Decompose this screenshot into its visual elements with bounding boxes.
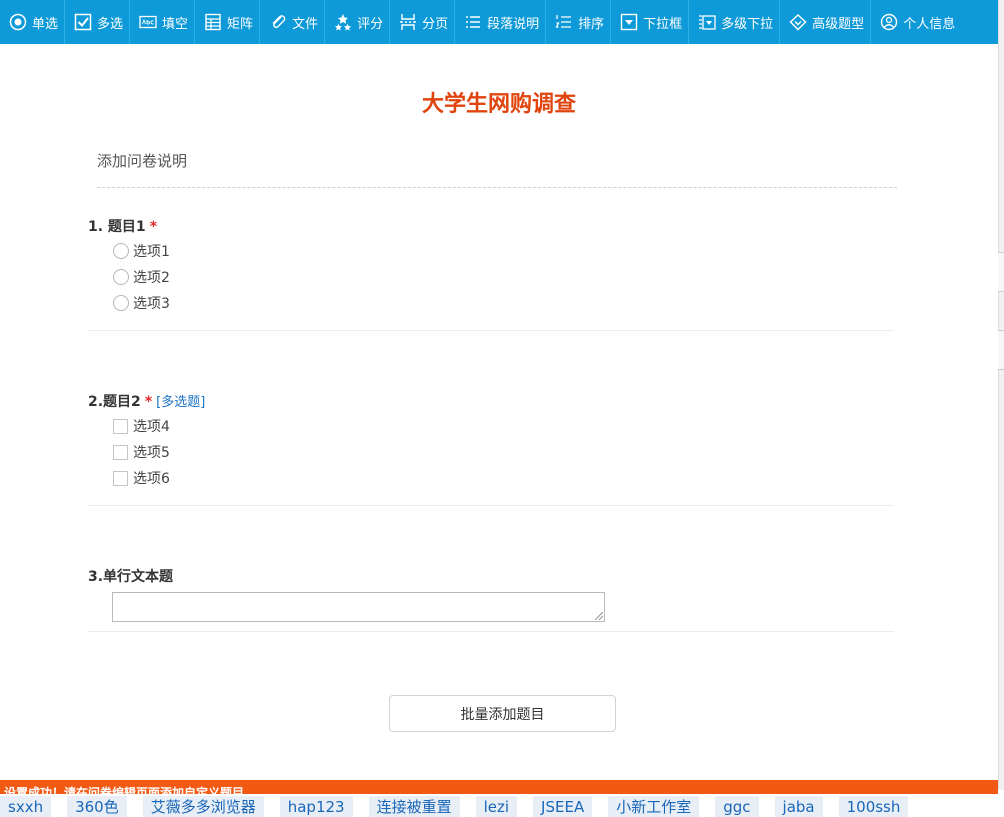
question-title: 1. 题目1 * xyxy=(88,216,894,238)
vertical-scrollbar[interactable] xyxy=(998,0,1004,790)
rating-icon xyxy=(335,14,352,31)
question-title-text: 2.题目2 xyxy=(88,394,141,410)
toolbar-label: 高级题型 xyxy=(812,16,865,32)
option-label: 选项5 xyxy=(133,445,170,461)
paperclip-icon xyxy=(272,15,286,29)
radio-icon xyxy=(9,13,27,31)
toolbar-paragraph-button[interactable]: 段落说明 xyxy=(455,0,547,44)
bookmark-link[interactable]: lezi xyxy=(475,796,518,817)
advanced-icon xyxy=(789,14,807,31)
option-row[interactable]: 选项3 xyxy=(88,290,894,316)
checkbox-square[interactable] xyxy=(113,418,128,434)
toolbar-label: 个人信息 xyxy=(903,16,956,32)
checkbox-icon xyxy=(74,13,92,31)
toolbar-rating-button[interactable]: 评分 xyxy=(325,0,391,44)
question-title-text: 3.单行文本题 xyxy=(88,569,174,585)
side-tab[interactable] xyxy=(998,330,1004,370)
question-type-toolbar: 单选 多选 填空 矩阵 文件 评分 分页 段落说明 排序 下拉框 多级下拉 高级… xyxy=(0,0,998,44)
checkbox-square[interactable] xyxy=(113,470,128,486)
question-title-text: 1. 题目1 xyxy=(88,219,146,235)
checkbox-square[interactable] xyxy=(113,444,128,460)
survey-editor-page: 单选 多选 填空 矩阵 文件 评分 分页 段落说明 排序 下拉框 多级下拉 高级… xyxy=(0,0,1004,817)
radio-circle[interactable] xyxy=(113,269,129,285)
toolbar-file-button[interactable]: 文件 xyxy=(260,0,326,44)
bookmark-link[interactable]: JSEEA xyxy=(533,796,593,817)
paragraph-icon xyxy=(466,16,481,28)
side-tab[interactable] xyxy=(998,252,1004,292)
radio-circle[interactable] xyxy=(113,243,129,259)
bookmarks-bar: sxxh 360色 艾薇多多浏览器 hap123 连接被重置 lezi JSEE… xyxy=(0,796,1004,817)
required-mark: * xyxy=(144,394,153,410)
question-title: 2.题目2 * [多选题] xyxy=(88,391,894,413)
bookmark-link[interactable]: ggc xyxy=(715,796,759,817)
option-label: 选项2 xyxy=(133,270,170,286)
notice-text: 设置成功！请在问卷编辑页面添加自定义题目 xyxy=(4,786,245,794)
matrix-icon xyxy=(205,13,221,31)
radio-circle[interactable] xyxy=(113,295,129,311)
toolbar-sort-button[interactable]: 排序 xyxy=(546,0,612,44)
toolbar-checkbox-button[interactable]: 多选 xyxy=(65,0,131,44)
cascade-dropdown-icon xyxy=(699,15,716,30)
dropdown-icon xyxy=(620,13,638,31)
resize-grip-icon[interactable] xyxy=(595,612,603,620)
toolbar-label: 多选 xyxy=(97,16,124,32)
question-3[interactable]: 3.单行文本题 xyxy=(88,566,894,632)
toolbar-label: 文件 xyxy=(292,16,319,32)
toolbar-label: 分页 xyxy=(422,16,449,32)
bookmark-link[interactable]: 360色 xyxy=(67,796,127,817)
option-row[interactable]: 选项6 xyxy=(88,465,894,491)
user-icon xyxy=(880,13,898,31)
required-mark: * xyxy=(149,219,158,235)
toolbar-page-break-button[interactable]: 分页 xyxy=(390,0,456,44)
question-title: 3.单行文本题 xyxy=(88,566,894,588)
toolbar-label: 矩阵 xyxy=(227,16,254,32)
sort-icon xyxy=(555,15,572,28)
option-label: 选项3 xyxy=(133,296,170,312)
bookmark-link[interactable]: 艾薇多多浏览器 xyxy=(142,796,264,817)
toolbar-label: 评分 xyxy=(357,16,384,32)
toolbar-radio-button[interactable]: 单选 xyxy=(0,0,66,44)
option-row[interactable]: 选项5 xyxy=(88,439,894,465)
option-row[interactable]: 选项1 xyxy=(88,238,894,264)
bookmark-link[interactable]: hap123 xyxy=(279,796,353,817)
question-2[interactable]: 2.题目2 * [多选题] 选项4 选项5 选项6 xyxy=(88,391,894,506)
batch-add-questions-button[interactable]: 批量添加题目 xyxy=(389,695,616,732)
question-1[interactable]: 1. 题目1 * 选项1 选项2 选项3 xyxy=(88,216,894,331)
survey-title[interactable]: 大学生网购调查 xyxy=(0,86,998,118)
bookmark-link[interactable]: jaba xyxy=(774,796,823,817)
option-row[interactable]: 选项2 xyxy=(88,264,894,290)
bookmark-link[interactable]: 小新工作室 xyxy=(608,796,700,817)
toolbar-label: 填空 xyxy=(162,16,189,32)
toolbar-label: 单选 xyxy=(32,16,59,32)
bookmark-link[interactable]: 连接被重置 xyxy=(368,796,460,817)
toolbar-label: 段落说明 xyxy=(487,16,540,32)
option-label: 选项1 xyxy=(133,244,170,260)
question-type-label: [多选题] xyxy=(156,395,206,410)
toolbar-advanced-button[interactable]: 高级题型 xyxy=(780,0,872,44)
toolbar-matrix-button[interactable]: 矩阵 xyxy=(195,0,261,44)
toolbar-personal-info-button[interactable]: 个人信息 xyxy=(871,0,961,44)
option-label: 选项6 xyxy=(133,471,170,487)
notice-bar: 设置成功！请在问卷编辑页面添加自定义题目 xyxy=(0,780,998,794)
toolbar-label: 多级下拉 xyxy=(721,16,774,32)
toolbar-label: 下拉框 xyxy=(643,16,683,32)
bookmark-link[interactable]: 100ssh xyxy=(838,796,909,817)
option-label: 选项4 xyxy=(133,419,170,435)
single-line-text-input[interactable] xyxy=(112,592,605,622)
toolbar-cascade-dropdown-button[interactable]: 多级下拉 xyxy=(689,0,781,44)
survey-description[interactable]: 添加问卷说明 xyxy=(97,150,897,188)
option-row[interactable]: 选项4 xyxy=(88,413,894,439)
bookmark-link[interactable]: sxxh xyxy=(0,796,52,817)
fill-blank-icon xyxy=(139,15,157,29)
page-break-icon xyxy=(400,14,417,30)
toolbar-label: 排序 xyxy=(578,16,605,32)
toolbar-fill-blank-button[interactable]: 填空 xyxy=(130,0,196,44)
toolbar-dropdown-button[interactable]: 下拉框 xyxy=(611,0,690,44)
